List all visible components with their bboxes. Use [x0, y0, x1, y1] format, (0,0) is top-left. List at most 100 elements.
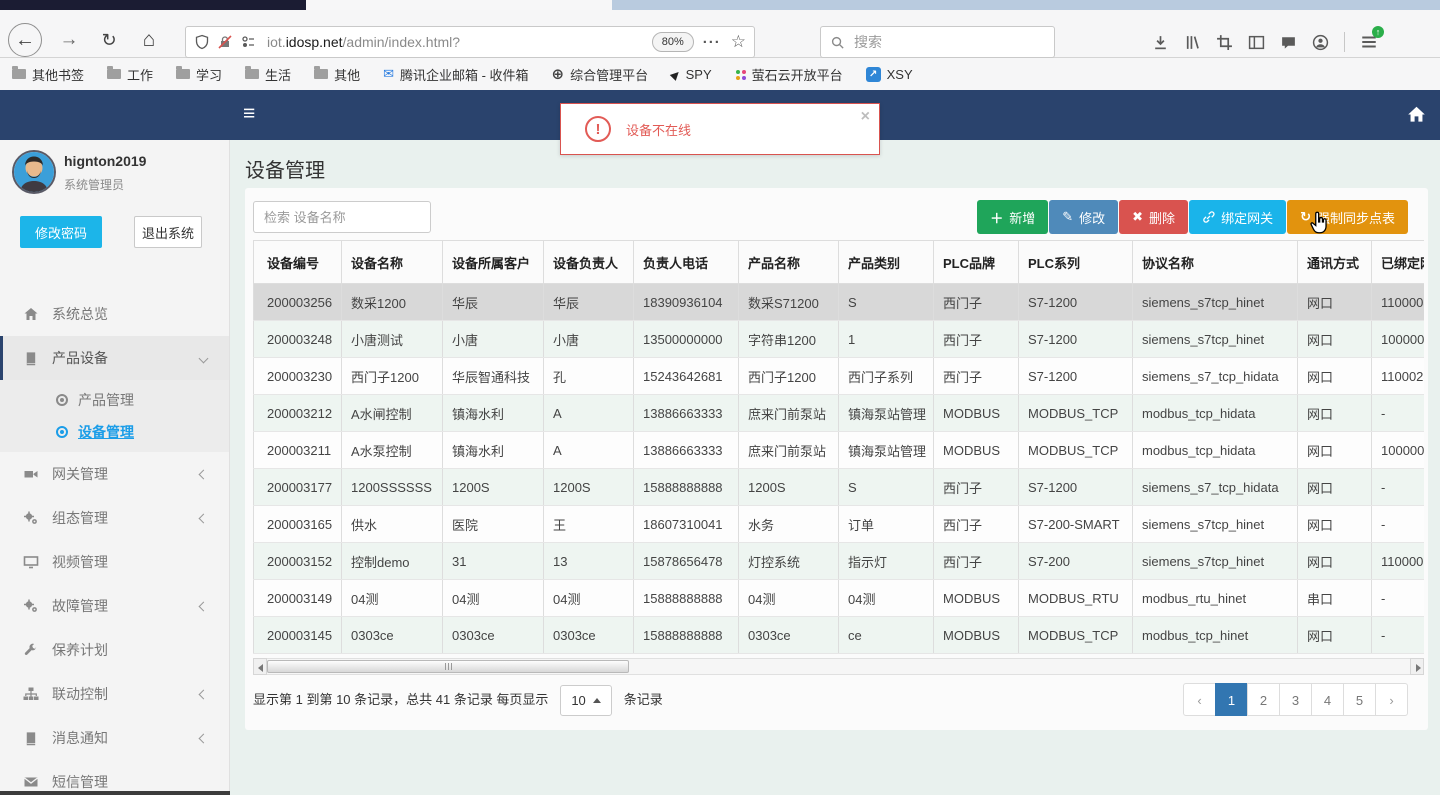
sidebar-item-label: 视频管理: [52, 554, 108, 570]
scrollbar-thumb[interactable]: [267, 660, 629, 673]
table-cell: -: [1371, 468, 1424, 506]
pagination-page-4[interactable]: 4: [1311, 683, 1344, 716]
hamburger-menu-button[interactable]: ↑: [1360, 26, 1384, 51]
table-row[interactable]: 200003211 A水泵控制 镇海水利 A 13886663333 庶来门前泵站 镇海泵站…: [253, 431, 1424, 469]
delete-device-button[interactable]: ✖ 删除: [1119, 200, 1189, 234]
horizontal-scrollbar[interactable]: [253, 658, 1424, 675]
sidebar-item-视频管理[interactable]: 视频管理: [0, 540, 229, 584]
tabstrip-active-tab[interactable]: [306, 0, 612, 10]
change-password-button[interactable]: 修改密码: [20, 216, 102, 248]
scroll-left-arrow[interactable]: [253, 658, 267, 675]
pagination-prev[interactable]: ‹: [1183, 683, 1216, 716]
sidebar-item-网关管理[interactable]: 网关管理: [0, 452, 229, 496]
sidebar-item-消息通知[interactable]: 消息通知: [0, 716, 229, 760]
page-size-select[interactable]: 10: [560, 685, 613, 717]
account-icon[interactable]: [1312, 34, 1329, 51]
sidebar-item-产品设备[interactable]: 产品设备: [0, 336, 229, 380]
sidebar-item-保养计划[interactable]: 保养计划: [0, 628, 229, 672]
table-cell: modbus_tcp_hinet: [1132, 616, 1298, 654]
shield-icon[interactable]: [194, 34, 210, 50]
logout-button[interactable]: 退出系统: [134, 216, 202, 248]
sidebar-item-系统总览[interactable]: 系统总览: [0, 292, 229, 336]
forward-button[interactable]: →: [52, 23, 86, 57]
url-bar[interactable]: iot.idosp.net/admin/index.html? 80% ··· …: [185, 26, 755, 58]
envelope-icon: [22, 774, 39, 790]
permissions-icon[interactable]: [240, 34, 256, 50]
table-cell: 华辰智通科技: [442, 357, 544, 395]
sidebar-subitem-label: 设备管理: [78, 424, 134, 440]
add-device-button[interactable]: ＋ 新增: [977, 200, 1049, 234]
url-text[interactable]: iot.idosp.net/admin/index.html?: [267, 34, 652, 50]
device-search-input[interactable]: [253, 201, 431, 233]
screenshot-icon[interactable]: [1216, 34, 1233, 51]
bind-gateway-button[interactable]: 绑定网关: [1189, 200, 1287, 234]
chat-icon[interactable]: [1280, 34, 1297, 51]
page-actions-icon[interactable]: ···: [703, 34, 721, 51]
sidebar-item-故障管理[interactable]: 故障管理: [0, 584, 229, 628]
browser-search-input[interactable]: [852, 33, 1045, 51]
button-label: 删除: [1149, 210, 1176, 226]
bookmark-item[interactable]: 其他书签: [12, 65, 84, 84]
alert-close-icon[interactable]: ×: [861, 108, 870, 126]
browser-home-button[interactable]: ⌂: [132, 23, 166, 57]
bookmark-item[interactable]: 学习: [176, 65, 222, 84]
sidebar-item-组态管理[interactable]: 组态管理: [0, 496, 229, 540]
sidebar-item-联动控制[interactable]: 联动控制: [0, 672, 229, 716]
bookmark-item[interactable]: 其他: [314, 65, 360, 84]
zoom-level-badge[interactable]: 80%: [651, 32, 694, 52]
bookmark-item[interactable]: ↗ XSY: [865, 66, 913, 82]
table-cell: 网口: [1297, 468, 1372, 506]
reload-button[interactable]: ↻: [92, 23, 126, 57]
table-row[interactable]: 200003230 西门子1200 华辰智通科技孔 15243642681 西门子120…: [253, 357, 1424, 395]
mouse-cursor: [1306, 210, 1332, 241]
table-cell: 数采S71200: [738, 283, 839, 321]
pagination-page-3[interactable]: 3: [1279, 683, 1312, 716]
bookmark-star-icon[interactable]: ☆: [731, 32, 746, 52]
table-cell: 网口: [1297, 320, 1372, 358]
table-row[interactable]: 200003145 0303ce 0303ce 0303ce 15888888888 03…: [253, 616, 1424, 654]
table-row[interactable]: 200003177 1200SSSSSS 1200S 1200S 15888888888…: [253, 468, 1424, 506]
library-icon[interactable]: [1184, 34, 1201, 51]
edit-device-button[interactable]: ✎ 修改: [1049, 200, 1119, 234]
pagination-page-1[interactable]: 1: [1215, 683, 1248, 716]
table-row[interactable]: 200003212 A水闸控制 镇海水利 A 13886663333 庶来门前泵站 镇海泵站…: [253, 394, 1424, 432]
column-header: 设备负责人: [543, 240, 634, 284]
search-icon: [830, 35, 845, 50]
bookmark-item[interactable]: ⊕ 综合管理平台: [552, 65, 649, 84]
table-row[interactable]: 200003149 04测 04测 04测 15888888888 04测 04测 MODBU…: [253, 579, 1424, 617]
back-button[interactable]: ←: [8, 23, 42, 57]
table-row[interactable]: 200003165 供水 医院王 18607310041 水务 订单 西门子 S7-200-S…: [253, 505, 1424, 543]
table-cell: 控制demo: [341, 542, 443, 580]
table-row[interactable]: 200003256 数采1200 华辰 华辰 18390936104 数采S71200 S 西…: [253, 283, 1424, 321]
bookmark-item[interactable]: 萤石云开放平台: [735, 65, 843, 84]
table-cell: 15888888888: [633, 579, 739, 617]
app-home-icon[interactable]: [1407, 105, 1426, 124]
sidebar-toggle-icon[interactable]: [1248, 34, 1265, 51]
sidebar-item-短信管理[interactable]: 短信管理: [0, 760, 229, 795]
table-row[interactable]: 200003248 小唐测试 小唐 小唐 13500000000 字符串1200 1 西门子 S…: [253, 320, 1424, 358]
table-cell: 网口: [1297, 357, 1372, 395]
sidebar-collapse-icon[interactable]: ≡: [243, 102, 255, 126]
button-label: 绑定网关: [1221, 210, 1274, 226]
sidebar-subitem-设备管理[interactable]: 设备管理: [0, 416, 229, 448]
bookmark-item[interactable]: 生活: [245, 65, 291, 84]
table-cell: A: [543, 431, 634, 469]
scroll-right-arrow[interactable]: [1410, 658, 1424, 675]
insecure-lock-icon[interactable]: [217, 34, 233, 50]
pagination-page-5[interactable]: 5: [1343, 683, 1376, 716]
download-icon[interactable]: [1152, 34, 1169, 51]
table-row[interactable]: 200003152 控制demo 31 13 15878656478 灯控系统 指示灯 西门子…: [253, 542, 1424, 580]
table-cell: 15888888888: [633, 616, 739, 654]
sidebar-subitem-产品管理[interactable]: 产品管理: [0, 384, 229, 416]
bottom-edge: [0, 791, 230, 795]
pagination-page-2[interactable]: 2: [1247, 683, 1280, 716]
bookmark-item[interactable]: ✉ 腾讯企业邮箱 - 收件箱: [383, 65, 528, 84]
bookmark-item[interactable]: 工作: [107, 65, 153, 84]
table-cell: 西门子: [933, 320, 1019, 358]
scrollbar-track[interactable]: [267, 658, 1410, 675]
bookmark-item[interactable]: ▶ SPY: [668, 67, 711, 82]
browser-search[interactable]: [820, 26, 1055, 58]
pagination-next[interactable]: ›: [1375, 683, 1408, 716]
book-icon: [22, 351, 39, 366]
folder-icon: [314, 66, 329, 79]
